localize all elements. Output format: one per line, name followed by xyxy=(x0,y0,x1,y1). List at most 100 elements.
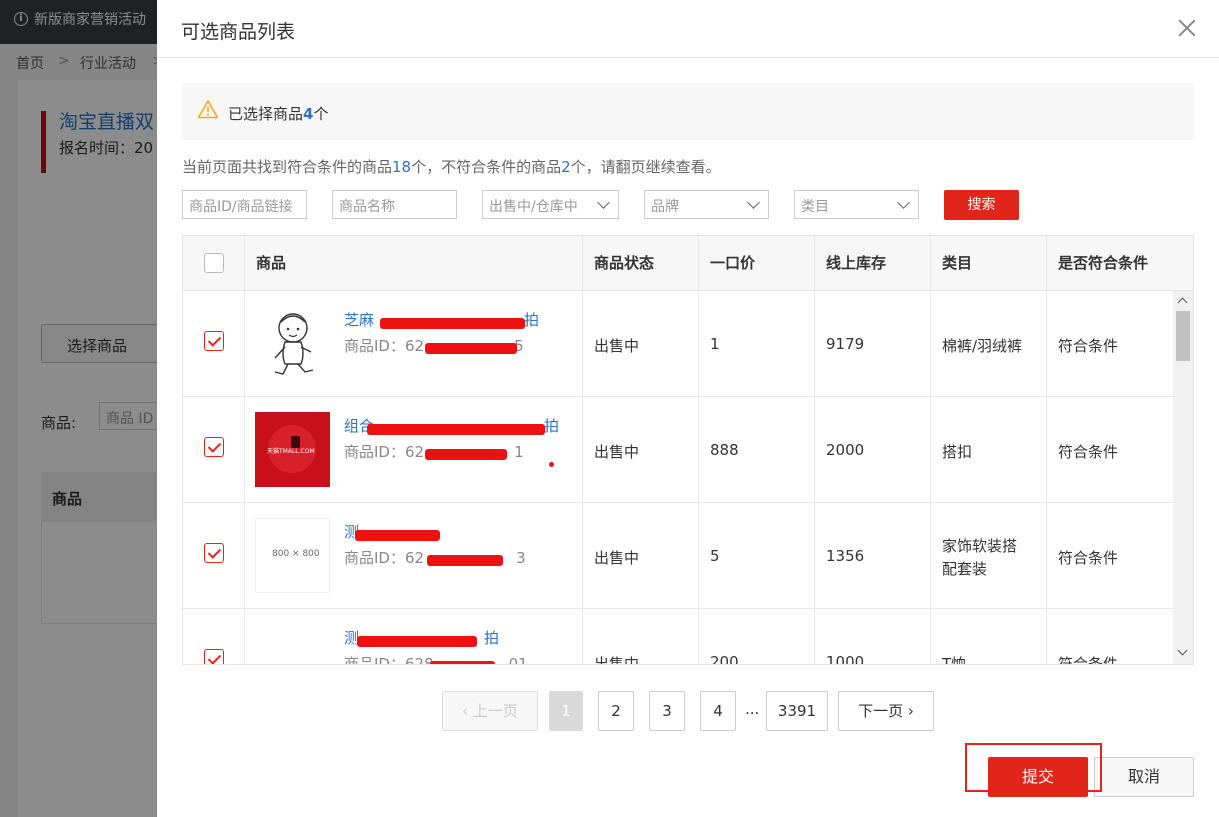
cancel-button[interactable]: 取消 xyxy=(1094,757,1194,797)
redaction-mark xyxy=(427,555,503,566)
eligible-text: 符合条件 xyxy=(1058,549,1119,567)
summary-text: 当前页面共找到符合条件的商品 xyxy=(182,158,393,176)
table-scrollbar[interactable] xyxy=(1173,291,1193,664)
column-header-price: 一口价 xyxy=(699,236,815,291)
header-checkbox-cell xyxy=(183,236,245,291)
product-cell: 天猫TMALL.COM 组合拍 商品ID：62 1 xyxy=(245,397,583,503)
row-checkbox[interactable] xyxy=(204,331,224,351)
redaction-mark xyxy=(430,661,495,664)
stock-text: 1000 xyxy=(826,653,865,665)
category-cell: 棉裤/羽绒裤 xyxy=(931,291,1047,397)
product-list-modal: 可选商品列表 已选择商品4个 当前页面共找到符合条件的商品18个，不符合条件的商… xyxy=(157,0,1219,817)
modal-header: 可选商品列表 xyxy=(157,0,1219,58)
category-text: 家饰软装搭 xyxy=(942,537,1018,555)
page-button-3[interactable]: 3 xyxy=(649,691,685,731)
stock-cell: 1356 xyxy=(815,503,931,609)
alert-suffix: 个 xyxy=(313,105,329,123)
eligible-cell: 符合条件 xyxy=(1047,609,1173,665)
page-button-4[interactable]: 4 xyxy=(700,691,736,731)
product-id-prefix: 商品ID：62 xyxy=(344,443,425,461)
submit-button[interactable]: 提交 xyxy=(988,757,1088,797)
prev-page-button[interactable]: ‹ 上一页 xyxy=(442,691,538,731)
row-checkbox[interactable] xyxy=(204,543,224,563)
product-cell: 芝麻拍 商品ID：62 5 xyxy=(245,291,583,397)
category-text: 配套装 xyxy=(942,560,988,578)
page-button-1[interactable]: 1 xyxy=(549,691,583,731)
price-text: 1 xyxy=(710,335,720,353)
page-button-2[interactable]: 2 xyxy=(598,691,634,731)
price-text: 5 xyxy=(710,547,720,565)
ineligible-count: 2 xyxy=(561,158,571,176)
status-cell: 出售中 xyxy=(583,291,699,397)
product-thumbnail[interactable]: 天猫TMALL.COM xyxy=(255,412,330,487)
chevron-left-icon: ‹ xyxy=(462,702,473,720)
product-name-tail: 拍 xyxy=(484,629,500,647)
eligible-cell: 符合条件 xyxy=(1047,503,1173,609)
product-id-prefix: 商品ID：628 xyxy=(344,655,434,665)
price-cell: 888 xyxy=(699,397,815,503)
checkbox-cell xyxy=(183,291,245,397)
scroll-thumb[interactable] xyxy=(1176,311,1190,361)
product-cell: 800 × 800 测 商品ID：62 3 xyxy=(245,503,583,609)
eligible-text: 符合条件 xyxy=(1058,655,1119,665)
price-cell: 200 xyxy=(699,609,815,665)
stock-text: 2000 xyxy=(826,441,865,459)
row-checkbox[interactable] xyxy=(204,649,224,664)
chevron-down-icon xyxy=(747,196,760,209)
product-name-input[interactable]: 商品名称 xyxy=(332,190,457,219)
page-ellipsis: ... xyxy=(745,700,760,718)
category-cell: 家饰软装搭 配套装 xyxy=(931,503,1047,609)
category-cell: T恤 xyxy=(931,609,1047,664)
category-select[interactable]: 类目 xyxy=(794,190,919,219)
product-thumbnail[interactable] xyxy=(255,306,330,381)
category-text: 棉裤/羽绒裤 xyxy=(942,337,1023,355)
stock-cell: 9179 xyxy=(815,291,931,397)
summary-text: 个，请翻页继续查看。 xyxy=(570,158,721,176)
table-body: 芝麻拍 商品ID：62 5 出售中 1 9179 棉裤/羽绒裤 符合条件 天猫T… xyxy=(183,291,1173,665)
table-row: 800 × 800 测 商品ID：62 3 出售中 5 1356 家饰软装搭 配… xyxy=(183,503,1173,609)
eligible-count: 18 xyxy=(392,158,412,176)
product-name: 芝麻 xyxy=(344,311,375,329)
result-summary: 当前页面共找到符合条件的商品18个，不符合条件的商品2个，请翻页继续查看。 xyxy=(182,156,721,177)
close-icon[interactable] xyxy=(1175,16,1199,40)
status-cell: 出售中 xyxy=(583,503,699,609)
next-page-button[interactable]: 下一页 › xyxy=(838,691,934,731)
product-cell: 测拍 商品ID：628 01 xyxy=(245,609,583,665)
column-header-stock: 线上库存 xyxy=(815,236,931,291)
table-header: 商品 商品状态 一口价 线上库存 类目 是否符合条件 xyxy=(183,236,1193,291)
status-text: 出售中 xyxy=(594,655,640,665)
row-checkbox[interactable] xyxy=(204,437,224,457)
status-cell: 出售中 xyxy=(583,609,699,665)
selected-count: 4 xyxy=(303,105,314,123)
alert-prefix: 已选择商品 xyxy=(228,105,304,123)
tmall-logo-text: 天猫TMALL.COM xyxy=(267,448,315,455)
status-text: 出售中 xyxy=(594,443,640,461)
eligible-cell: 符合条件 xyxy=(1047,397,1173,503)
cartoon-boy-icon xyxy=(255,306,330,381)
brand-select[interactable]: 品牌 xyxy=(644,190,769,219)
category-cell: 搭扣 xyxy=(931,397,1047,503)
product-id-tail: 3 xyxy=(516,549,526,567)
product-thumbnail[interactable]: 800 × 800 xyxy=(255,518,330,593)
scroll-down-icon[interactable] xyxy=(1177,645,1188,656)
column-header-category: 类目 xyxy=(931,236,1047,291)
product-id-input[interactable]: 商品ID/商品链接 xyxy=(182,190,307,219)
chevron-down-icon xyxy=(897,196,910,209)
page-button-last[interactable]: 3391 xyxy=(766,691,828,731)
stock-cell: 1000 xyxy=(815,609,931,665)
eligible-cell: 符合条件 xyxy=(1047,291,1173,397)
scroll-up-icon[interactable] xyxy=(1177,297,1188,308)
search-button[interactable]: 搜索 xyxy=(944,190,1019,220)
brand-select-value: 品牌 xyxy=(651,199,679,215)
select-all-checkbox[interactable] xyxy=(204,253,224,273)
status-select[interactable]: 出售中/仓库中 xyxy=(482,190,619,219)
column-header-eligible: 是否符合条件 xyxy=(1058,254,1149,272)
table-row: 芝麻拍 商品ID：62 5 出售中 1 9179 棉裤/羽绒裤 符合条件 xyxy=(183,291,1173,397)
product-id-prefix: 商品ID：62 xyxy=(344,549,425,567)
placeholder-size-text: 800 × 800 xyxy=(272,549,320,559)
redaction-mark xyxy=(380,318,525,329)
chevron-right-icon: › xyxy=(903,702,914,720)
redaction-mark xyxy=(367,424,545,435)
eligible-text: 符合条件 xyxy=(1058,443,1119,461)
price-text: 200 xyxy=(710,653,739,665)
